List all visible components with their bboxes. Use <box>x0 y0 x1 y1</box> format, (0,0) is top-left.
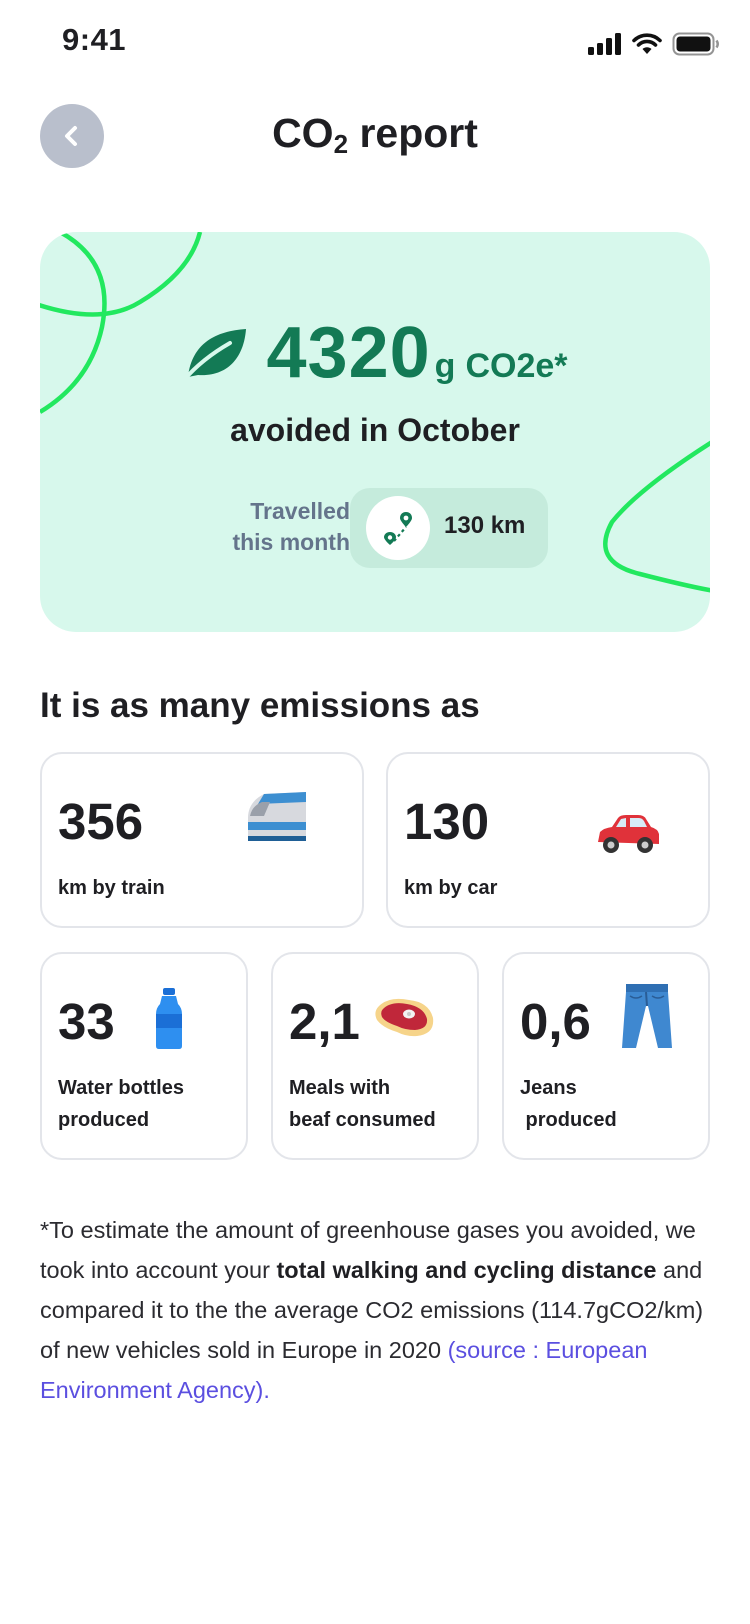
car-icon <box>598 815 659 853</box>
page-title-suffix: report <box>348 110 478 156</box>
page-title: CO2 report <box>0 110 750 160</box>
equivalent-label: Jeans produced <box>520 1077 617 1131</box>
equivalent-value: 130 <box>404 793 490 850</box>
signal-icon <box>588 33 621 55</box>
status-icons <box>588 32 720 56</box>
equivalent-value: 356 <box>58 793 144 850</box>
co2-avoided-period: avoided in October <box>230 412 520 448</box>
equivalent-label: Meals with beaf consumed <box>289 1077 436 1131</box>
wifi-icon <box>632 33 662 54</box>
jeans-icon <box>622 984 672 1048</box>
steak-icon <box>375 998 434 1037</box>
co2-unit-grams: g <box>434 347 456 385</box>
equivalent-value: 2,1 <box>289 993 360 1050</box>
travelled-label-line2: this month <box>232 529 350 555</box>
co2-avoided-value: 4320 <box>266 313 431 393</box>
status-time: 9:41 <box>62 22 127 57</box>
leaf-icon <box>182 329 247 381</box>
route-icon-circle <box>366 496 430 560</box>
water-bottle-icon <box>156 988 182 1049</box>
co2-avoided-row: 4320 g CO2e* <box>40 312 710 394</box>
route-icon <box>384 512 412 545</box>
footnote-bold: total walking and cycling distance <box>276 1257 657 1283</box>
equivalent-card-beef-meals: 2,1 Meals with beaf consumed <box>271 952 479 1160</box>
travelled-label-line1: Travelled <box>250 498 350 524</box>
equivalent-card-train: 356 km by train <box>40 752 364 928</box>
travelled-label: Travelled this month <box>160 496 350 558</box>
equivalent-card-water-bottles: 33 Water bottles produced <box>40 952 248 1160</box>
co2-summary-card: 4320 g CO2e* avoided in October Travelle… <box>40 232 710 632</box>
equivalent-value: 33 <box>58 993 115 1050</box>
battery-icon <box>672 32 719 56</box>
page-title-subscript: 2 <box>333 129 349 159</box>
equivalent-label: km by train <box>58 877 165 899</box>
equivalent-label: Water bottles produced <box>58 1077 184 1131</box>
methodology-footnote: *To estimate the amount of greenhouse ga… <box>40 1210 720 1410</box>
travelled-distance-value: 130 km <box>444 512 526 539</box>
section-title: It is as many emissions as <box>40 686 480 725</box>
page-title-prefix: CO <box>272 110 334 156</box>
equivalent-label: km by car <box>404 877 498 899</box>
co2-unit: CO2e* <box>465 347 568 385</box>
travelled-distance-pill: 130 km <box>350 488 548 568</box>
equivalent-card-jeans: 0,6 Jeans produced <box>502 952 710 1160</box>
equivalent-card-car: 130 km by car <box>386 752 710 928</box>
train-icon <box>248 792 306 841</box>
equivalent-value: 0,6 <box>520 993 591 1050</box>
